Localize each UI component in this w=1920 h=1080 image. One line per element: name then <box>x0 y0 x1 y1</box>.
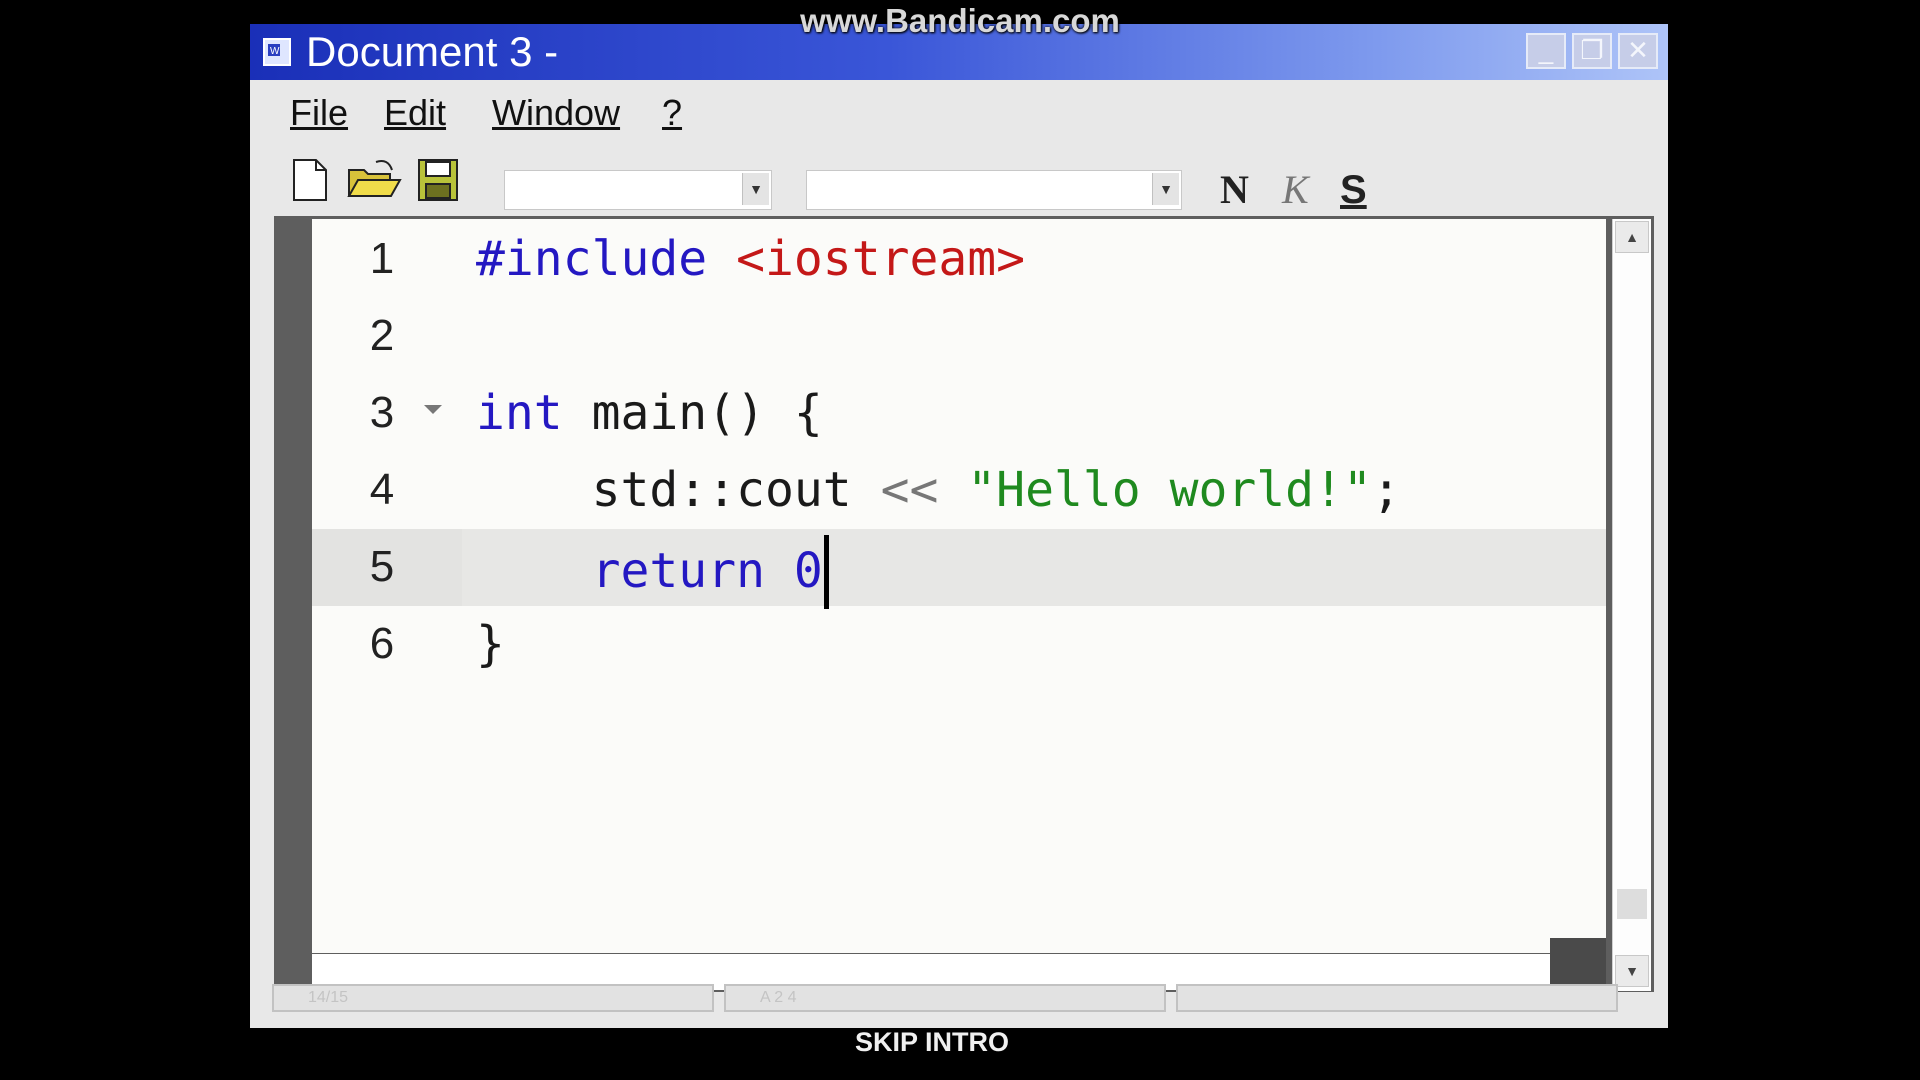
screen: www.Bandicam.com W Document 3 - _ ❐ ✕ Fi… <box>0 0 1920 1080</box>
editor-frame: 1 #include <iostream> 2 3 int main() { 4… <box>274 216 1654 992</box>
code-token: ; <box>1371 462 1401 518</box>
indent-token <box>476 543 592 599</box>
menu-bar: File Edit Window ? <box>250 80 1668 144</box>
chevron-down-icon[interactable]: ▼ <box>742 173 769 205</box>
svg-text:W: W <box>270 46 280 57</box>
watermark: www.Bandicam.com <box>800 2 1120 39</box>
scroll-up-icon[interactable]: ▲ <box>1615 221 1649 253</box>
minimize-button[interactable]: _ <box>1526 33 1566 69</box>
code-text: std::cout << "Hello world!"; <box>476 460 1401 520</box>
menu-file-label: File <box>290 92 349 133</box>
scroll-thumb[interactable] <box>1617 889 1647 919</box>
editor-window: W Document 3 - _ ❐ ✕ File Edit Window ? <box>250 24 1668 1028</box>
keyword-token: int <box>476 385 563 441</box>
document-icon: W <box>263 38 291 66</box>
size-combo[interactable]: ▼ <box>806 170 1182 210</box>
menu-edit-label: Edit <box>384 92 447 133</box>
code-line: 2 <box>312 298 1606 375</box>
code-line: 3 int main() { <box>312 375 1606 452</box>
font-combo[interactable]: ▼ <box>504 170 772 210</box>
code-line: 1 #include <iostream> <box>312 221 1606 298</box>
open-folder-icon[interactable] <box>346 156 402 204</box>
menu-help-label: ? <box>662 92 683 133</box>
code-text: #include <iostream> <box>476 229 1025 289</box>
fold-arrow-icon[interactable] <box>424 405 442 414</box>
bold-button[interactable]: N <box>1220 166 1249 214</box>
status-extra <box>1176 984 1618 1012</box>
new-file-icon[interactable] <box>288 156 332 204</box>
code-text: } <box>476 616 505 672</box>
code-text: int main() { <box>476 383 823 443</box>
keyword-token: return 0 <box>591 543 823 599</box>
line-number: 6 <box>369 619 395 668</box>
status-info: A 2 4 <box>724 984 1166 1012</box>
menu-edit[interactable]: Edit <box>384 92 446 134</box>
operator-token: << <box>880 462 939 518</box>
preprocessor-token: #include <box>476 231 708 287</box>
status-position: 14/15 <box>272 984 714 1012</box>
code-editor[interactable]: 1 #include <iostream> 2 3 int main() { 4… <box>312 219 1606 953</box>
close-button[interactable]: ✕ <box>1618 33 1658 69</box>
current-code-line: 5 return 0 <box>312 529 1606 609</box>
underline-button[interactable]: S <box>1340 166 1367 214</box>
vertical-scrollbar[interactable]: ▲ ▼ <box>1612 219 1651 991</box>
line-number: 5 <box>369 542 395 591</box>
menu-window[interactable]: Window <box>492 92 620 134</box>
italic-button[interactable]: K <box>1282 166 1309 214</box>
text-caret <box>823 535 829 609</box>
code-token: main() { <box>562 385 823 441</box>
indent-token <box>476 462 592 518</box>
menu-help[interactable]: ? <box>662 92 682 134</box>
toolbar: ▼ ▼ N K S <box>250 146 1668 216</box>
save-icon[interactable] <box>416 156 460 204</box>
chevron-down-icon[interactable]: ▼ <box>1152 173 1179 205</box>
status-bar: 14/15 A 2 4 <box>272 982 1652 1016</box>
line-number: 2 <box>369 311 395 360</box>
line-number: 4 <box>369 465 395 514</box>
skip-intro-button[interactable]: SKIP INTRO <box>800 1024 1064 1060</box>
header-token: <iostream> <box>736 231 1026 287</box>
code-text: return 0 <box>476 535 829 609</box>
line-number: 3 <box>369 388 395 437</box>
menu-window-label: Window <box>492 92 621 133</box>
code-line: 4 std::cout << "Hello world!"; <box>312 452 1606 529</box>
code-line: 6 } <box>312 606 1606 683</box>
string-token: "Hello world!" <box>967 462 1372 518</box>
restore-button[interactable]: ❐ <box>1572 33 1612 69</box>
menu-file[interactable]: File <box>290 92 348 134</box>
code-token: std::cout <box>591 462 881 518</box>
window-title: Document 3 - <box>306 28 559 75</box>
line-number: 1 <box>369 234 395 283</box>
